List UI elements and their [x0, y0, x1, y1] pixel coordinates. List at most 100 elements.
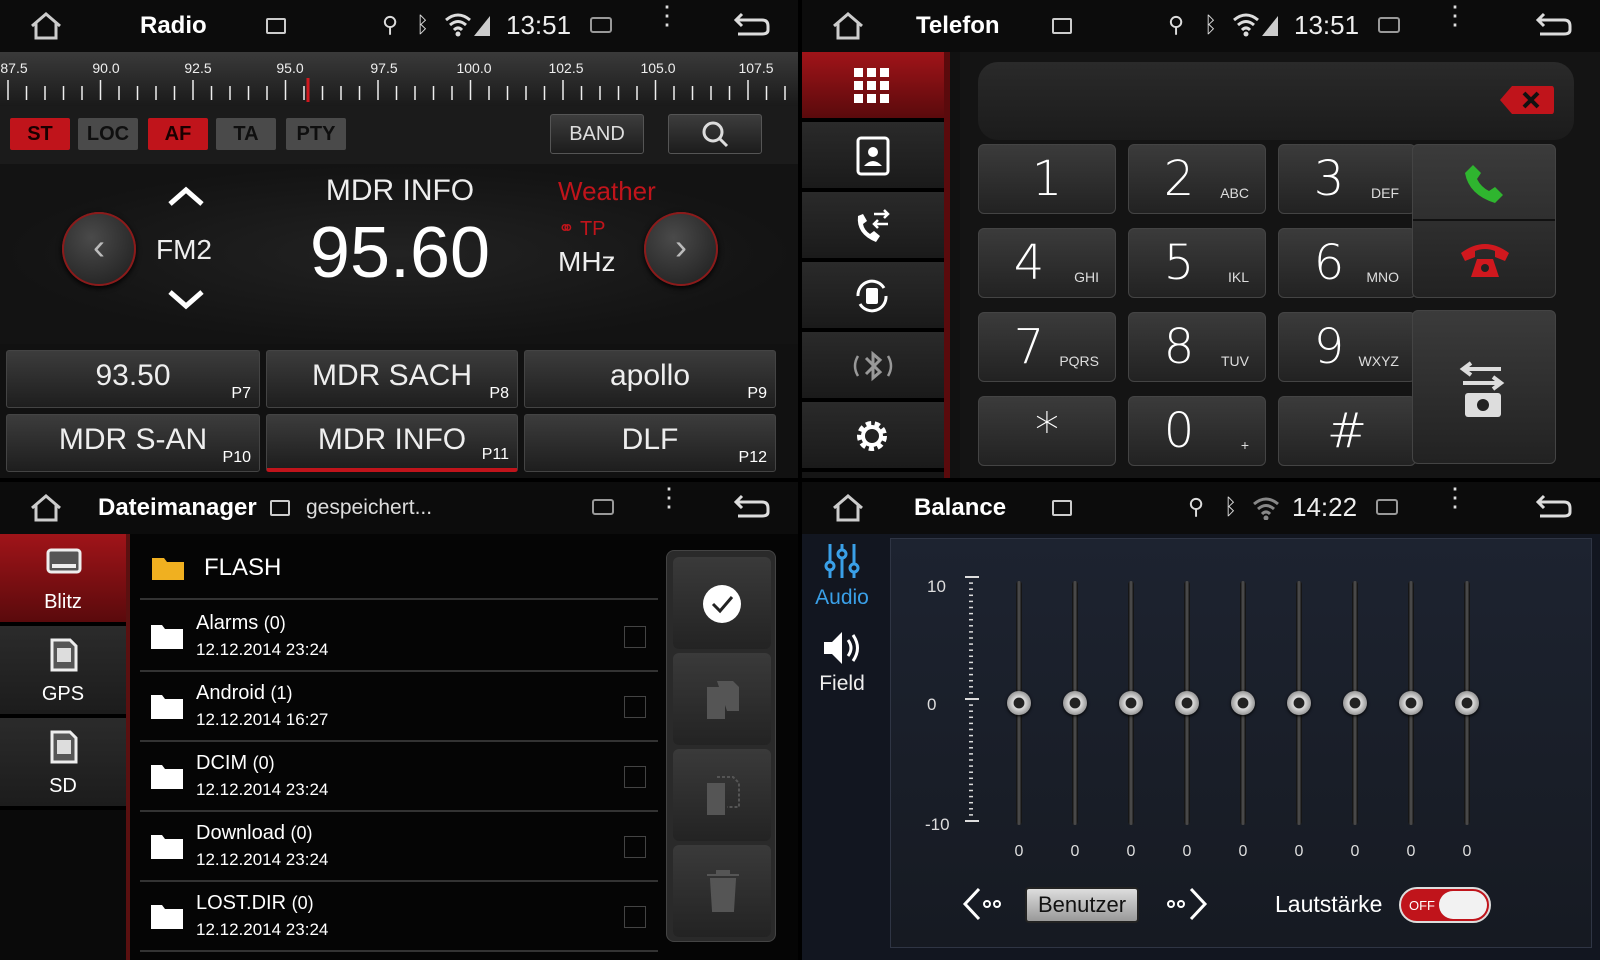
tab-field[interactable]: Field [802, 620, 882, 704]
call-log-tab[interactable] [802, 192, 944, 262]
dial-key[interactable]: 6 MNO [1278, 228, 1416, 298]
file-row[interactable]: Download (0) 12.12.2014 23:24 [140, 812, 658, 882]
dial-key[interactable]: 4 GHI [978, 228, 1116, 298]
home-icon[interactable] [830, 492, 866, 524]
screenshot-icon[interactable] [1376, 499, 1398, 515]
screenshot-icon[interactable] [590, 17, 612, 33]
gallery-icon[interactable] [266, 18, 286, 34]
menu-icon[interactable]: ⋮ [656, 484, 682, 510]
storage-flash[interactable]: Blitz [0, 534, 126, 626]
af-toggle[interactable]: AF [148, 118, 208, 150]
seek-up-button[interactable]: › [644, 212, 718, 286]
eq-slider-thumb[interactable] [1119, 691, 1143, 715]
loc-toggle[interactable]: LOC [78, 118, 138, 150]
back-icon[interactable] [1534, 12, 1572, 38]
file-row[interactable]: Alarms (0) 12.12.2014 23:24 [140, 602, 658, 672]
back-icon[interactable] [732, 12, 770, 38]
eq-slider-thumb[interactable] [1231, 691, 1255, 715]
preset-button[interactable]: MDR INFO P11 [266, 414, 518, 472]
transfer-button[interactable] [1412, 310, 1556, 464]
backspace-button[interactable] [1498, 84, 1556, 116]
eq-slider-thumb[interactable] [1175, 691, 1199, 715]
home-icon[interactable] [28, 492, 64, 524]
dialpad-tab[interactable] [802, 52, 944, 122]
search-button[interactable] [668, 114, 762, 154]
preset-key: P12 [738, 449, 767, 466]
preset-button[interactable]: 93.50 P7 [6, 350, 260, 408]
pty-toggle[interactable]: PTY [286, 118, 346, 150]
screenshot-icon[interactable] [592, 499, 614, 515]
copy-button[interactable] [673, 653, 771, 745]
preset-button[interactable]: MDR SACH P8 [266, 350, 518, 408]
home-icon[interactable] [28, 10, 64, 42]
eq-slider-thumb[interactable] [1007, 691, 1031, 715]
file-count: (1) [270, 683, 293, 703]
seek-down-button[interactable]: ‹ [62, 212, 136, 286]
preset-button[interactable]: apollo P9 [524, 350, 776, 408]
preset-next-button[interactable] [1163, 885, 1209, 923]
gallery-icon[interactable] [1052, 500, 1072, 516]
file-row[interactable]: LOST.DIR (0) 12.12.2014 23:24 [140, 882, 658, 952]
home-icon[interactable] [830, 10, 866, 42]
menu-icon[interactable]: ⋮ [1442, 484, 1468, 510]
eq-slider-thumb[interactable] [1399, 691, 1423, 715]
storage-gps[interactable]: GPS [0, 626, 126, 718]
preset-button[interactable]: DLF P12 [524, 414, 776, 472]
tab-audio[interactable]: Audio [802, 534, 882, 618]
band-down-icon[interactable] [166, 288, 206, 312]
settings-tab[interactable] [802, 402, 944, 472]
eq-slider-thumb[interactable] [1343, 691, 1367, 715]
dial-key[interactable]: * [978, 396, 1116, 466]
dial-key[interactable]: 3 DEF [1278, 144, 1416, 214]
cut-button[interactable] [673, 749, 771, 841]
dial-key[interactable]: 2 ABC [1128, 144, 1266, 214]
file-checkbox[interactable] [624, 906, 646, 928]
frequency-scale[interactable]: 87.5 90.0 92.5 95.0 97.5 100.0 102.5 105.0 107.5 [0, 52, 798, 106]
menu-icon[interactable]: ⋮ [1442, 2, 1468, 28]
storage-sd[interactable]: SD [0, 718, 126, 810]
delete-button[interactable] [673, 845, 771, 937]
screenshot-icon[interactable] [1378, 17, 1400, 33]
band-up-icon[interactable] [166, 184, 206, 208]
ta-toggle[interactable]: TA [216, 118, 276, 150]
eq-slider-thumb[interactable] [1063, 691, 1087, 715]
dial-key[interactable]: 5 IKL [1128, 228, 1266, 298]
dial-key[interactable]: 0 + [1128, 396, 1266, 466]
dial-key[interactable]: 8 TUV [1128, 312, 1266, 382]
phone-sync-icon [856, 279, 888, 313]
file-checkbox[interactable] [624, 836, 646, 858]
select-all-button[interactable] [673, 557, 771, 649]
loudness-toggle[interactable]: OFF [1399, 887, 1491, 923]
file-row[interactable]: DCIM (0) 12.12.2014 23:24 [140, 742, 658, 812]
menu-icon[interactable]: ⋮ [654, 2, 680, 28]
back-icon[interactable] [732, 494, 770, 520]
call-button[interactable] [1413, 145, 1555, 221]
dial-key[interactable]: 9 WXYZ [1278, 312, 1416, 382]
band-button[interactable]: BAND [550, 114, 644, 154]
eq-slider-thumb[interactable] [1455, 691, 1479, 715]
dial-key[interactable]: 1 [978, 144, 1116, 214]
gallery-icon[interactable] [1052, 18, 1072, 34]
contacts-tab[interactable] [802, 122, 944, 192]
dial-key[interactable]: 7 PQRS [978, 312, 1116, 382]
eq-slider-thumb[interactable] [1287, 691, 1311, 715]
preset-prev-button[interactable] [961, 885, 1007, 923]
back-icon[interactable] [1534, 494, 1572, 520]
file-row[interactable]: Android (1) 12.12.2014 16:27 [140, 672, 658, 742]
clock: 13:51 [506, 10, 572, 40]
phone-call-icon [1465, 165, 1503, 203]
file-checkbox[interactable] [624, 626, 646, 648]
preset-button[interactable]: MDR S-AN P10 [6, 414, 260, 472]
file-checkbox[interactable] [624, 766, 646, 788]
hangup-button[interactable] [1413, 223, 1555, 297]
sync-tab[interactable] [802, 262, 944, 332]
file-date: 12.12.2014 23:24 [196, 850, 329, 869]
tp-icon: ⚭ [558, 218, 580, 240]
bluetooth-tab[interactable] [802, 332, 944, 402]
dial-key[interactable]: # [1278, 396, 1416, 466]
file-checkbox[interactable] [624, 696, 646, 718]
tab-label: Field [819, 672, 865, 695]
preset-selector[interactable]: Benutzer [1025, 887, 1139, 923]
gallery-icon[interactable] [270, 500, 290, 516]
st-toggle[interactable]: ST [10, 118, 70, 150]
